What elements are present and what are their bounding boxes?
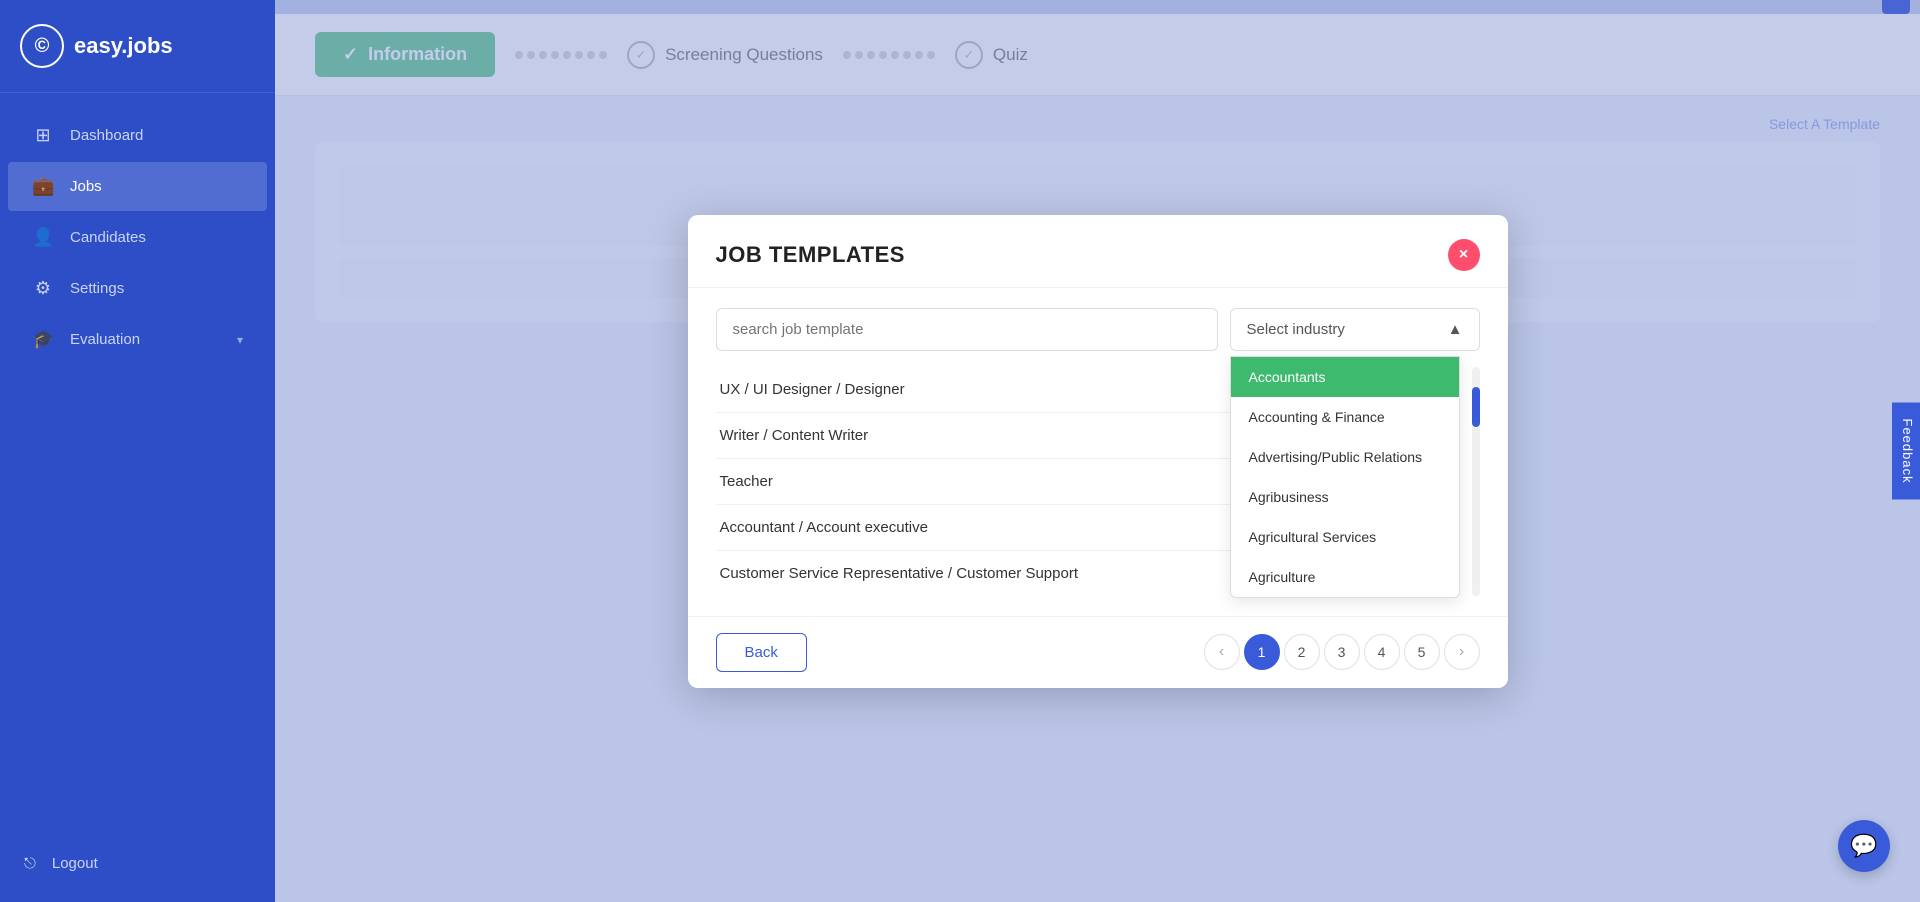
search-row: Select industry ▲ Accountants Accounting…: [716, 308, 1480, 351]
dropdown-item-accountants[interactable]: Accountants: [1231, 357, 1459, 397]
back-button[interactable]: Back: [716, 633, 807, 672]
sidebar: © easy.jobs ⊞ Dashboard 💼 Jobs 👤 Candida…: [0, 0, 275, 902]
sidebar-item-jobs[interactable]: 💼 Jobs: [8, 162, 267, 211]
jobs-icon: 💼: [32, 176, 54, 197]
logo-icon: ©: [20, 24, 64, 68]
settings-icon: ⚙: [32, 278, 54, 299]
next-page-button[interactable]: ›: [1444, 634, 1480, 670]
page-5-button[interactable]: 5: [1404, 634, 1440, 670]
industry-select-button[interactable]: Select industry ▲: [1230, 308, 1480, 351]
candidates-icon: 👤: [32, 227, 54, 248]
pagination: ‹ 1 2 3 4 5 ›: [1204, 634, 1480, 670]
dropdown-item-agribusiness[interactable]: Agribusiness: [1231, 477, 1459, 517]
page-2-button[interactable]: 2: [1284, 634, 1320, 670]
main-content: ✓ Information ✓ Screening Questions ✓ Qu…: [275, 0, 1920, 902]
sidebar-item-label: Evaluation: [70, 331, 140, 348]
scrollbar-thumb: [1472, 387, 1480, 427]
prev-page-button[interactable]: ‹: [1204, 634, 1240, 670]
dropdown-item-accounting-finance[interactable]: Accounting & Finance: [1231, 397, 1459, 437]
logout-label: Logout: [52, 855, 98, 872]
logo-text: easy.jobs: [74, 33, 173, 59]
modal-overlay: JOB TEMPLATES × Select industry ▲ Accoun…: [275, 0, 1920, 902]
modal-footer: Back ‹ 1 2 3 4 5 ›: [688, 616, 1508, 688]
logout-item[interactable]: ⎋ Logout: [0, 841, 275, 886]
dashboard-icon: ⊞: [32, 125, 54, 146]
chevron-up-icon: ▲: [1448, 321, 1463, 338]
logo-area: © easy.jobs: [0, 0, 275, 93]
logout-icon: ⎋: [24, 855, 36, 872]
dropdown-item-agricultural-services[interactable]: Agricultural Services: [1231, 517, 1459, 557]
sidebar-item-candidates[interactable]: 👤 Candidates: [8, 213, 267, 262]
page-3-button[interactable]: 3: [1324, 634, 1360, 670]
evaluation-icon: 🎓: [32, 329, 54, 350]
sidebar-item-settings[interactable]: ⚙ Settings: [8, 264, 267, 313]
modal-title: JOB TEMPLATES: [716, 242, 905, 268]
industry-dropdown: Accountants Accounting & Finance Adverti…: [1230, 356, 1460, 598]
search-input[interactable]: [716, 308, 1218, 351]
page-1-button[interactable]: 1: [1244, 634, 1280, 670]
modal-header: JOB TEMPLATES ×: [688, 215, 1508, 288]
modal-body: Select industry ▲ Accountants Accounting…: [688, 288, 1508, 616]
dropdown-item-agriculture[interactable]: Agriculture: [1231, 557, 1459, 597]
chat-icon: 💬: [1850, 833, 1877, 859]
job-templates-modal: JOB TEMPLATES × Select industry ▲ Accoun…: [688, 215, 1508, 688]
sidebar-item-evaluation[interactable]: 🎓 Evaluation ▾: [8, 315, 267, 364]
sidebar-item-label: Candidates: [70, 229, 146, 246]
modal-close-button[interactable]: ×: [1448, 239, 1480, 271]
sidebar-item-dashboard[interactable]: ⊞ Dashboard: [8, 111, 267, 160]
sidebar-item-label: Jobs: [70, 178, 102, 195]
industry-select-label: Select industry: [1247, 321, 1345, 338]
sidebar-item-label: Dashboard: [70, 127, 143, 144]
chevron-down-icon: ▾: [237, 333, 243, 347]
sidebar-item-label: Settings: [70, 280, 124, 297]
chat-bubble[interactable]: 💬: [1838, 820, 1890, 872]
sidebar-nav: ⊞ Dashboard 💼 Jobs 👤 Candidates ⚙ Settin…: [0, 93, 275, 841]
feedback-tab[interactable]: Feedback: [1892, 402, 1920, 499]
dropdown-item-advertising[interactable]: Advertising/Public Relations: [1231, 437, 1459, 477]
industry-select-wrapper: Select industry ▲ Accountants Accounting…: [1230, 308, 1480, 351]
page-4-button[interactable]: 4: [1364, 634, 1400, 670]
modal-scrollbar[interactable]: [1472, 367, 1480, 596]
